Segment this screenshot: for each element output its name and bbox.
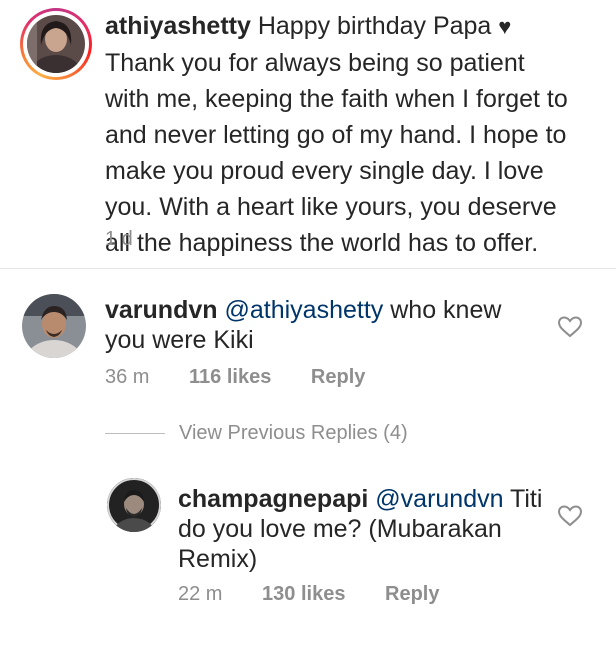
caption-text-part2: Thank you for always being so patient wi… [105, 49, 568, 257]
view-previous-replies-label[interactable]: View Previous Replies (4) [179, 422, 408, 445]
replies-divider [105, 433, 165, 434]
reply-meta: 22 m 130 likes Reply [178, 583, 478, 606]
champagnepapi-avatar[interactable] [107, 478, 161, 532]
comment-text: varundvn @athiyashetty who knew you were… [105, 295, 545, 355]
varundvn-avatar[interactable] [22, 294, 86, 358]
reply-text: champagnepapi @varundvn Titi do you love… [178, 484, 548, 574]
caption-section: athiyashetty Happy birthday Papa ♥ Thank… [0, 0, 616, 269]
reply-likes[interactable]: 130 likes [262, 583, 345, 605]
reply-mention[interactable]: @varundvn [375, 485, 503, 513]
reply-reply-button[interactable]: Reply [385, 583, 439, 605]
reply-like-heart-icon[interactable] [557, 504, 583, 528]
view-previous-replies[interactable]: View Previous Replies (4) [105, 422, 408, 445]
reply-timestamp[interactable]: 22 m [178, 583, 222, 605]
athiyashetty-avatar[interactable] [27, 15, 85, 73]
story-ring[interactable] [20, 8, 92, 80]
comment-timestamp[interactable]: 36 m [105, 366, 149, 388]
caption-meta: 1 d [105, 228, 133, 251]
caption-username[interactable]: athiyashetty [105, 12, 251, 40]
reply-username[interactable]: champagnepapi [178, 485, 368, 513]
comment-username[interactable]: varundvn [105, 296, 218, 324]
comment-reply-button[interactable]: Reply [311, 366, 365, 388]
caption-text: athiyashetty Happy birthday Papa ♥ Thank… [105, 8, 575, 261]
heart-emoji-icon: ♥ [498, 14, 512, 39]
comment-likes[interactable]: 116 likes [189, 366, 271, 388]
comment-like-heart-icon[interactable] [557, 315, 583, 339]
comment-mention[interactable]: @athiyashetty [224, 296, 383, 324]
comment-meta: 36 m 116 likes Reply [105, 366, 405, 389]
caption-text-part1: Happy birthday Papa [257, 12, 492, 40]
caption-timestamp[interactable]: 1 d [105, 228, 133, 250]
